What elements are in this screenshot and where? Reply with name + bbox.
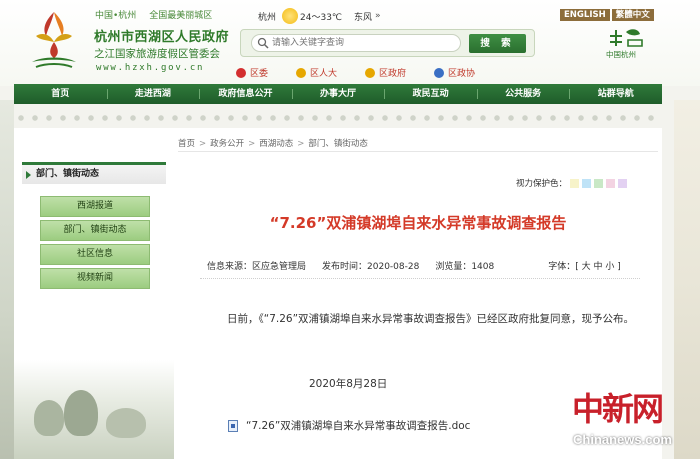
crumb-separator: > — [297, 139, 305, 149]
article-body: 日前，《“7.26”双浦镇湖埠自来水异常事故调查报告》已经区政府批复同意，现予公… — [227, 313, 635, 325]
article-source: 信息来源：区应急管理局 — [207, 262, 307, 272]
search-button[interactable]: 搜 索 — [469, 34, 526, 53]
main-nav: 首页 走进西湖 政府信息公开 办事大厅 政民互动 公共服务 站群导航 — [14, 84, 662, 104]
lang-english-button[interactable]: ENGLISH — [560, 9, 610, 21]
link-peoples-congress[interactable]: 区人大 — [296, 66, 337, 79]
eye-protection-label: 视力保护色： — [516, 179, 568, 189]
national-emblem-icon — [296, 67, 307, 78]
link-district-government[interactable]: 区政府 — [365, 66, 406, 79]
color-swatch-purple[interactable] — [618, 178, 628, 188]
weather-temp: 24～33℃ — [300, 12, 343, 23]
background-scenery-right — [674, 100, 700, 459]
party-links: 区委 区人大 区政府 区政协 — [236, 66, 503, 79]
language-switcher: ENGLISH 繁體中文 — [560, 9, 656, 21]
link-label: 区政府 — [379, 69, 407, 79]
site-subtitle: 之江国家旅游度假区管委会 — [94, 48, 220, 60]
link-party-committee[interactable]: 区委 — [236, 66, 268, 79]
weather-city: 杭州 — [258, 12, 277, 23]
nav-about-xihu[interactable]: 走进西湖 — [106, 84, 200, 104]
color-swatch-yellow[interactable] — [570, 178, 580, 188]
triangle-right-icon — [26, 171, 31, 179]
weather-widget[interactable]: 杭州 24～33℃ 东风 » — [258, 8, 381, 24]
link-label: 区政协 — [448, 69, 476, 79]
site-title[interactable]: 杭州市西湖区人民政府 — [94, 26, 229, 45]
district-logo-icon — [32, 12, 76, 68]
article-meta: 信息来源：区应急管理局 发布时间：2020-08-28 浏览量：1408 字体：… — [207, 259, 637, 272]
color-swatch-blue[interactable] — [582, 178, 592, 188]
weather-wind: 东风 — [354, 12, 373, 23]
sidebar-menu: 西湖报道 部门、镇街动态 社区信息 视频新闻 — [40, 196, 150, 292]
document-icon — [228, 419, 238, 432]
article-date: 发布时间：2020-08-28 — [322, 262, 420, 272]
article-title: “7.26”双浦镇湖埠自来水异常事故调查报告 — [269, 214, 567, 232]
lang-traditional-button[interactable]: 繁體中文 — [611, 9, 654, 21]
chinanews-watermark-site: Chinanews.com — [573, 432, 672, 447]
party-emblem-icon — [236, 67, 246, 78]
article-sign-date: 2020年8月28日 — [309, 378, 388, 390]
sidebar-item-video[interactable]: 视频新闻 — [40, 268, 150, 289]
sidebar-item-xihu-report[interactable]: 西湖报道 — [40, 196, 150, 217]
site-header: 中国•杭州 全国最美丽城区 杭州市西湖区人民政府 之江国家旅游度假区管委会 ww… — [0, 0, 700, 86]
link-cppcc[interactable]: 区政协 — [434, 66, 475, 79]
sidebar-header: 部门、镇街动态 — [22, 162, 166, 184]
sunny-icon — [282, 8, 299, 24]
header-tagline: 中国•杭州 全国最美丽城区 — [95, 8, 222, 21]
divider — [200, 278, 640, 279]
eye-protection-colors: 视力保护色： — [516, 177, 628, 189]
city-logo-label: 中国杭州 — [606, 50, 636, 59]
sidebar-item-dept-news[interactable]: 部门、镇街动态 — [40, 220, 150, 241]
crumb-separator: > — [199, 139, 207, 149]
crumb-home[interactable]: 首页 — [178, 139, 195, 149]
link-label: 区人大 — [310, 69, 338, 79]
background-scenery-left — [0, 100, 14, 459]
cppcc-emblem-icon — [434, 67, 445, 78]
nav-home[interactable]: 首页 — [14, 84, 107, 104]
attachment-name: “7.26”双浦镇湖埠自来水异常事故调查报告.doc — [246, 420, 471, 432]
sidebar-item-community[interactable]: 社区信息 — [40, 244, 150, 265]
nav-interaction[interactable]: 政民互动 — [384, 84, 477, 104]
site-url: www.hzxh.gov.cn — [96, 63, 205, 73]
decorative-dot-strip — [14, 111, 662, 125]
national-emblem-icon — [365, 67, 376, 78]
crumb-dept-news[interactable]: 部门、镇街动态 — [308, 139, 368, 149]
color-swatch-pink[interactable] — [606, 178, 616, 188]
tagline-city: 中国•杭州 — [95, 11, 137, 21]
tagline-award: 全国最美丽城区 — [149, 11, 213, 21]
link-label: 区委 — [250, 69, 269, 79]
search-input[interactable] — [251, 34, 461, 52]
sidebar-header-label: 部门、镇街动态 — [36, 169, 100, 179]
search-bar: 搜 索 — [240, 29, 535, 57]
color-swatch-green[interactable] — [594, 178, 604, 188]
nav-public-service[interactable]: 公共服务 — [476, 84, 570, 104]
font-size-control[interactable]: 字体：[ 大 中 小 ] — [548, 259, 620, 272]
attachment-link[interactable]: “7.26”双浦镇湖埠自来水异常事故调查报告.doc — [228, 418, 470, 433]
nav-gov-info[interactable]: 政府信息公开 — [199, 84, 292, 104]
crumb-separator: > — [248, 139, 256, 149]
crumb-gov-affairs[interactable]: 政务公开 — [210, 139, 244, 149]
weather-more-icon[interactable]: » — [375, 11, 381, 21]
article-views: 浏览量：1408 — [435, 262, 495, 272]
scenery-illustration — [14, 360, 174, 459]
nav-site-group[interactable]: 站群导航 — [569, 84, 662, 104]
crumb-xihu-news[interactable]: 西湖动态 — [259, 139, 293, 149]
nav-service-hall[interactable]: 办事大厅 — [291, 84, 385, 104]
breadcrumb: 首页 > 政务公开 > 西湖动态 > 部门、镇街动态 — [178, 137, 368, 149]
divider — [178, 151, 658, 152]
chinanews-watermark-logo: 中新网 — [572, 390, 664, 428]
search-icon — [257, 37, 269, 49]
